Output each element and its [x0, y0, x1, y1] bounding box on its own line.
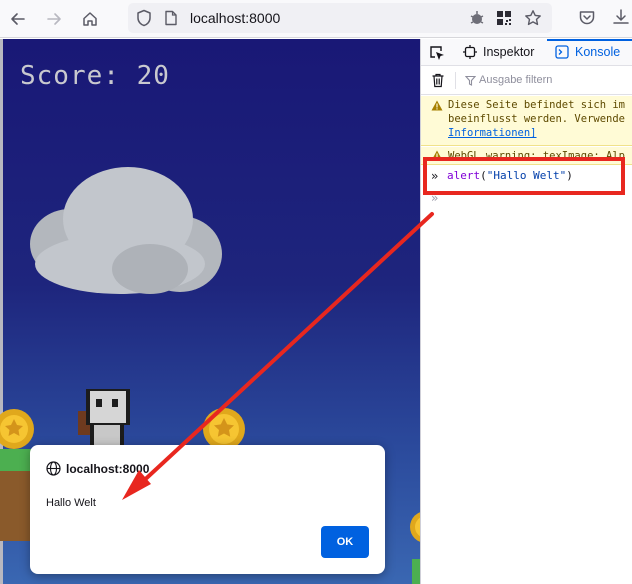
coin — [0, 409, 34, 449]
more-info-link[interactable]: Informationen] — [448, 126, 625, 140]
alert-message: Hallo Welt — [46, 497, 96, 509]
warning-icon — [431, 100, 443, 111]
alert-dialog: localhost:8000 Hallo Welt OK — [30, 445, 385, 574]
cloud — [30, 167, 222, 294]
trash-icon[interactable] — [431, 73, 445, 88]
inspector-icon — [463, 45, 477, 59]
console-filter-bar: Ausgabe filtern — [421, 66, 632, 95]
console-warning: Diese Seite befindet sich im beeinflusst… — [421, 96, 632, 146]
back-button[interactable] — [6, 7, 30, 31]
globe-icon — [46, 461, 61, 476]
page-icon[interactable] — [164, 10, 178, 26]
filter-input[interactable]: Ausgabe filtern — [479, 74, 552, 86]
tab-inspector[interactable]: Inspektor — [483, 45, 534, 59]
ok-button[interactable]: OK — [321, 526, 369, 558]
highlight-box — [423, 157, 625, 195]
filter-icon — [465, 75, 476, 86]
divider — [455, 72, 456, 89]
forward-button[interactable] — [42, 7, 66, 31]
element-picker-icon[interactable] — [429, 45, 445, 61]
alert-origin: localhost:8000 — [66, 462, 150, 476]
home-icon — [83, 12, 97, 26]
forward-arrow-icon — [47, 13, 61, 25]
player-character — [78, 389, 130, 447]
star-icon[interactable] — [524, 9, 542, 27]
url-bar[interactable]: localhost:8000 — [128, 3, 552, 33]
qr-code-icon[interactable] — [496, 10, 512, 26]
devtools-panel: Inspektor Konsole Ausgabe filtern Diese … — [420, 39, 632, 584]
warning-text: Diese Seite befindet sich im — [448, 99, 626, 111]
back-arrow-icon — [11, 13, 25, 25]
coin — [410, 512, 420, 542]
shield-icon[interactable] — [136, 9, 152, 27]
warning-text: beeinflusst werden. Verwende — [448, 113, 626, 125]
active-tab-indicator — [547, 39, 632, 41]
devtools-tabs: Inspektor Konsole — [421, 39, 632, 66]
browser-toolbar: localhost:8000 — [0, 0, 632, 38]
home-button[interactable] — [78, 7, 102, 31]
extension-icon[interactable] — [468, 9, 486, 27]
coin — [203, 408, 245, 450]
tab-console[interactable]: Konsole — [575, 45, 620, 59]
pocket-icon[interactable] — [578, 9, 596, 27]
url-text: localhost:8000 — [190, 10, 281, 26]
download-icon[interactable] — [612, 8, 630, 26]
console-icon — [555, 45, 569, 59]
